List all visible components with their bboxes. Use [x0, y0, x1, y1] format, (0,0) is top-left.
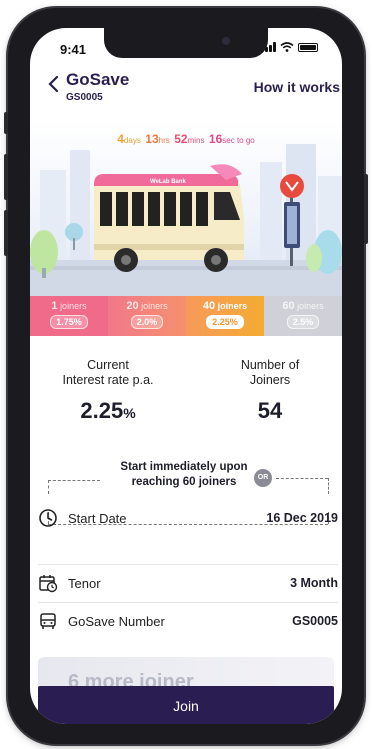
status-time: 9:41	[60, 42, 87, 57]
tier-1: 1 joiners 1.75%	[30, 296, 108, 336]
start-condition-text: Start immediately upon reaching 60 joine…	[96, 460, 272, 490]
tenor-value: 3 Month	[290, 576, 338, 590]
tier-1-count: 1	[51, 300, 58, 312]
wifi-icon	[280, 42, 294, 52]
tier-4-unit: joiners	[297, 301, 324, 311]
start-condition-line-2: reaching 60 joiners	[131, 476, 237, 488]
minibus-graphic: WeLab Bank	[94, 164, 244, 272]
bus-brand: WeLab Bank	[150, 179, 187, 185]
interest-rate-number: 2.25	[80, 398, 124, 423]
screen: 9:41 GoSave GS0005 How it works 4days 13…	[30, 28, 342, 724]
interest-rate-label-2: Interest rate p.a.	[62, 373, 154, 387]
interest-rate-stat: Current Interest rate p.a. 2.25%	[30, 358, 188, 424]
page-title: GoSave	[66, 70, 130, 89]
status-icons	[261, 42, 318, 52]
interest-rate-unit: %	[123, 405, 136, 421]
or-badge: OR	[254, 469, 272, 487]
tier-2-unit: joiners	[141, 301, 168, 311]
dashed-connector	[276, 478, 328, 479]
start-date-label: Start Date	[68, 510, 127, 526]
camera	[222, 37, 230, 45]
tier-4-count: 60	[282, 300, 295, 312]
tier-3-active: 40 joiners 2.25%	[186, 296, 264, 336]
calendar-clock-icon	[39, 575, 58, 593]
tier-4-rate: 2.5%	[286, 315, 320, 329]
tier-3-unit: joiners	[217, 301, 248, 311]
header: GoSave GS0005 How it works	[30, 66, 342, 116]
divider	[38, 602, 338, 603]
tier-2-rate: 2.0%	[130, 315, 164, 329]
dashed-connector	[48, 480, 100, 481]
battery-icon	[298, 42, 318, 52]
notch	[104, 28, 268, 58]
tier-4: 60 joiners 2.5%	[264, 296, 342, 336]
tier-3-rate: 2.25%	[206, 315, 244, 329]
interest-rate-value: 2.25%	[30, 398, 188, 424]
bus-scene: WeLab Bank	[30, 144, 342, 296]
back-arrow-icon[interactable]	[44, 74, 64, 94]
gosave-number-row: GoSave Number GS0005	[38, 609, 338, 633]
joiners-label-1: Number of	[240, 358, 300, 372]
start-condition-line-1: Start immediately upon	[120, 461, 248, 473]
how-it-works-link[interactable]: How it works	[254, 79, 340, 95]
mute-switch	[4, 112, 8, 134]
tenor-label: Tenor	[68, 575, 101, 591]
volume-up-button	[4, 154, 8, 200]
tier-2-count: 20	[126, 300, 139, 312]
tier-1-unit: joiners	[60, 301, 87, 311]
start-date-value: 16 Dec 2019	[266, 511, 338, 525]
joiners-value: 54	[257, 398, 283, 423]
tier-3-count: 40	[202, 300, 216, 312]
tier-2: 20 joiners 2.0%	[108, 296, 186, 336]
clock-icon	[39, 509, 57, 527]
tier-1-rate: 1.75%	[50, 315, 88, 329]
joiners-stat: Number of Joiners 54	[190, 358, 342, 424]
stats-section: Current Interest rate p.a. 2.25% Number …	[30, 358, 342, 454]
interest-rate-label-1: Current	[87, 358, 129, 372]
dashed-connector	[48, 480, 49, 494]
tenor-row: Tenor 3 Month	[38, 571, 338, 595]
gosave-number-value: GS0005	[292, 614, 338, 628]
power-button	[364, 174, 368, 244]
gosave-code: GS0005	[66, 92, 103, 103]
bus-icon	[40, 613, 56, 629]
hero-illustration: 4days 13hrs 52mins 16sec to go WeLab Ban…	[30, 120, 342, 296]
tier-progress: 1 joiners 1.75% 20 joiners 2.0% 40 joine…	[30, 296, 342, 336]
dashed-connector	[328, 478, 329, 494]
joiners-label-2: Joiners	[249, 373, 291, 387]
start-date-row: Start Date 16 Dec 2019	[38, 506, 338, 530]
gosave-number-label: GoSave Number	[68, 613, 165, 629]
divider	[38, 564, 338, 565]
join-button[interactable]: Join	[38, 686, 334, 724]
volume-down-button	[4, 210, 8, 256]
